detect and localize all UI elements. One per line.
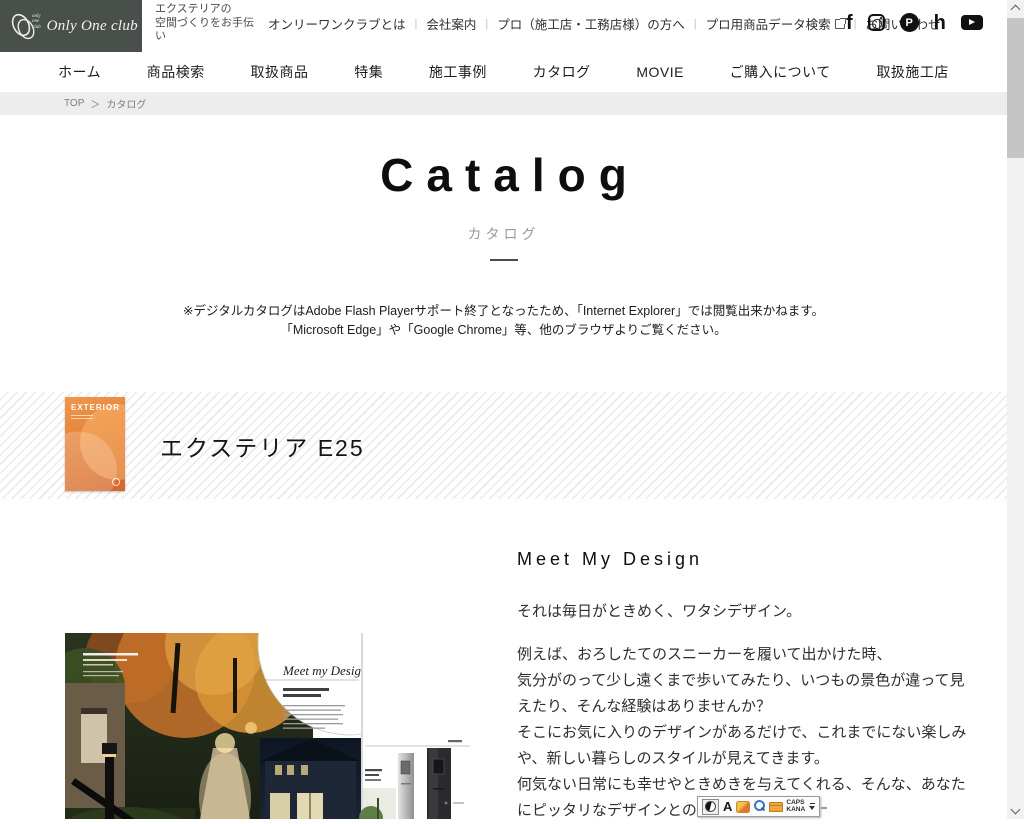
site-logo[interactable]: onlyoneclub Only One club <box>0 0 142 52</box>
logo-mark-words: onlyoneclub <box>32 14 41 31</box>
ime-language-bar: A CAPS KANA <box>697 796 820 817</box>
youtube-icon[interactable] <box>961 15 983 30</box>
ime-minimize-icon <box>810 803 815 805</box>
page-hero: Catalog カタログ <box>0 148 1007 261</box>
breadcrumb-separator: ＞ <box>90 96 100 111</box>
catalog-band: EXTERIOR エクステリア E25 <box>0 392 1007 499</box>
logo-text: Only One club <box>47 18 138 35</box>
social-links: f P h <box>846 13 983 32</box>
paragraph-line: そこにお気に入りのデザインがあるだけで、これまでにない楽しみ <box>517 720 972 746</box>
utility-link-data-search[interactable]: プロ用商品データ検索 <box>706 14 845 33</box>
pinterest-icon[interactable]: P <box>900 13 919 32</box>
spread-page-2 <box>355 633 470 819</box>
utility-separator: | <box>415 18 418 30</box>
ime-tools-icon[interactable] <box>736 801 750 813</box>
ime-mode-icon <box>705 801 716 812</box>
scroll-up-arrow-icon[interactable] <box>1010 5 1020 15</box>
exterior-catalog-cover[interactable]: EXTERIOR <box>65 397 125 491</box>
breadcrumb: TOP ＞ カタログ <box>0 92 1007 115</box>
chevron-down-icon <box>809 806 815 810</box>
ime-search-icon[interactable] <box>753 800 766 813</box>
feature-lead: それは毎日がときめく、ワタシデザイン。 <box>517 600 972 621</box>
breadcrumb-top-link[interactable]: TOP <box>64 98 84 109</box>
title-divider <box>490 259 518 261</box>
houzz-icon[interactable]: h <box>934 14 946 32</box>
catalog-spread-art: Meet my Design <box>65 633 470 819</box>
notice-line: 「Microsoft Edge」や「Google Chrome」等、他のブラウザ… <box>0 321 1007 340</box>
nav-item-purchase[interactable]: ご購入について <box>730 62 831 82</box>
ime-stray-dash <box>821 807 827 809</box>
nav-item-works[interactable]: 施工事例 <box>429 62 487 82</box>
vertical-scrollbar[interactable] <box>1007 0 1024 819</box>
breadcrumb-current: カタログ <box>106 96 146 111</box>
cover-logo-icon <box>112 478 120 486</box>
ime-caps-kana-button[interactable]: CAPS KANA <box>786 800 805 813</box>
scrollbar-thumb[interactable] <box>1007 18 1024 158</box>
paragraph-line: 何気ない日常にも幸せやときめきを与えてくれる、そんな、あなた <box>517 772 972 798</box>
catalog-section-heading: エクステリア E25 <box>160 429 365 463</box>
facebook-icon[interactable]: f <box>846 14 853 32</box>
cover-subtext <box>71 415 125 419</box>
paragraph-line: 気分がのって少し遠くまで歩いてみたり、いつもの景色が違って見 <box>517 668 972 694</box>
utility-link-data-search-label: プロ用商品データ検索 <box>706 14 831 33</box>
nav-item-catalog[interactable]: カタログ <box>533 62 591 82</box>
catalog-spread-image[interactable]: Meet my Design <box>65 633 470 819</box>
nav-item-feature[interactable]: 特集 <box>354 62 383 82</box>
ime-toolbox-icon[interactable] <box>769 802 783 812</box>
page: onlyoneclub Only One club エクステリアの 空間づくりを… <box>0 0 1007 819</box>
paragraph-line: 例えば、おろしたてのスニーカーを履いて出かけた時、 <box>517 642 972 668</box>
feature-heading: Meet My Design <box>517 549 972 570</box>
instagram-icon[interactable] <box>868 14 885 31</box>
paragraph-line: えたり、そんな経験はありませんか？ <box>517 694 972 720</box>
nav-item-products[interactable]: 取扱商品 <box>251 62 309 82</box>
spread-title-text: Meet my Design <box>282 663 367 678</box>
utility-separator: | <box>694 18 697 30</box>
site-tagline: エクステリアの 空間づくりをお手伝 い <box>155 3 267 44</box>
external-link-icon <box>835 19 845 29</box>
paragraph-line: や、新しい暮らしのスタイルが見えてきます。 <box>517 746 972 772</box>
utility-nav: オンリーワンクラブとは | 会社案内 | プロ（施工店・工務店様）の方へ | プ… <box>268 14 941 33</box>
utility-separator: | <box>485 18 488 30</box>
nav-item-dealers[interactable]: 取扱施工店 <box>876 62 949 82</box>
ime-input-mode-button[interactable]: A <box>722 799 733 814</box>
main-nav: ホーム 商品検索 取扱商品 特集 施工事例 カタログ MOVIE ご購入について… <box>0 52 1007 92</box>
page-subtitle: カタログ <box>0 224 1007 244</box>
utility-link-pro[interactable]: プロ（施工店・工務店様）の方へ <box>497 14 685 33</box>
scroll-down-arrow-icon[interactable] <box>1010 805 1020 815</box>
page-title: Catalog <box>0 148 1007 202</box>
ime-status-button[interactable] <box>702 799 719 815</box>
nav-item-product-search[interactable]: 商品検索 <box>147 62 205 82</box>
notice-line: ※デジタルカタログはAdobe Flash Playerサポート終了となったため… <box>0 302 1007 321</box>
ime-options-button[interactable] <box>808 803 815 811</box>
flash-notice: ※デジタルカタログはAdobe Flash Playerサポート終了となったため… <box>0 302 1007 340</box>
nav-item-home[interactable]: ホーム <box>58 62 101 82</box>
utility-link-about[interactable]: オンリーワンクラブとは <box>268 14 406 33</box>
cover-title: EXTERIOR <box>71 403 125 412</box>
feature-text-column: Meet My Design それは毎日がときめく、ワタシデザイン。 例えば、お… <box>517 549 972 824</box>
ime-kana-label: KANA <box>786 807 805 814</box>
utility-link-company[interactable]: 会社案内 <box>426 14 476 33</box>
nav-item-movie[interactable]: MOVIE <box>636 64 684 80</box>
